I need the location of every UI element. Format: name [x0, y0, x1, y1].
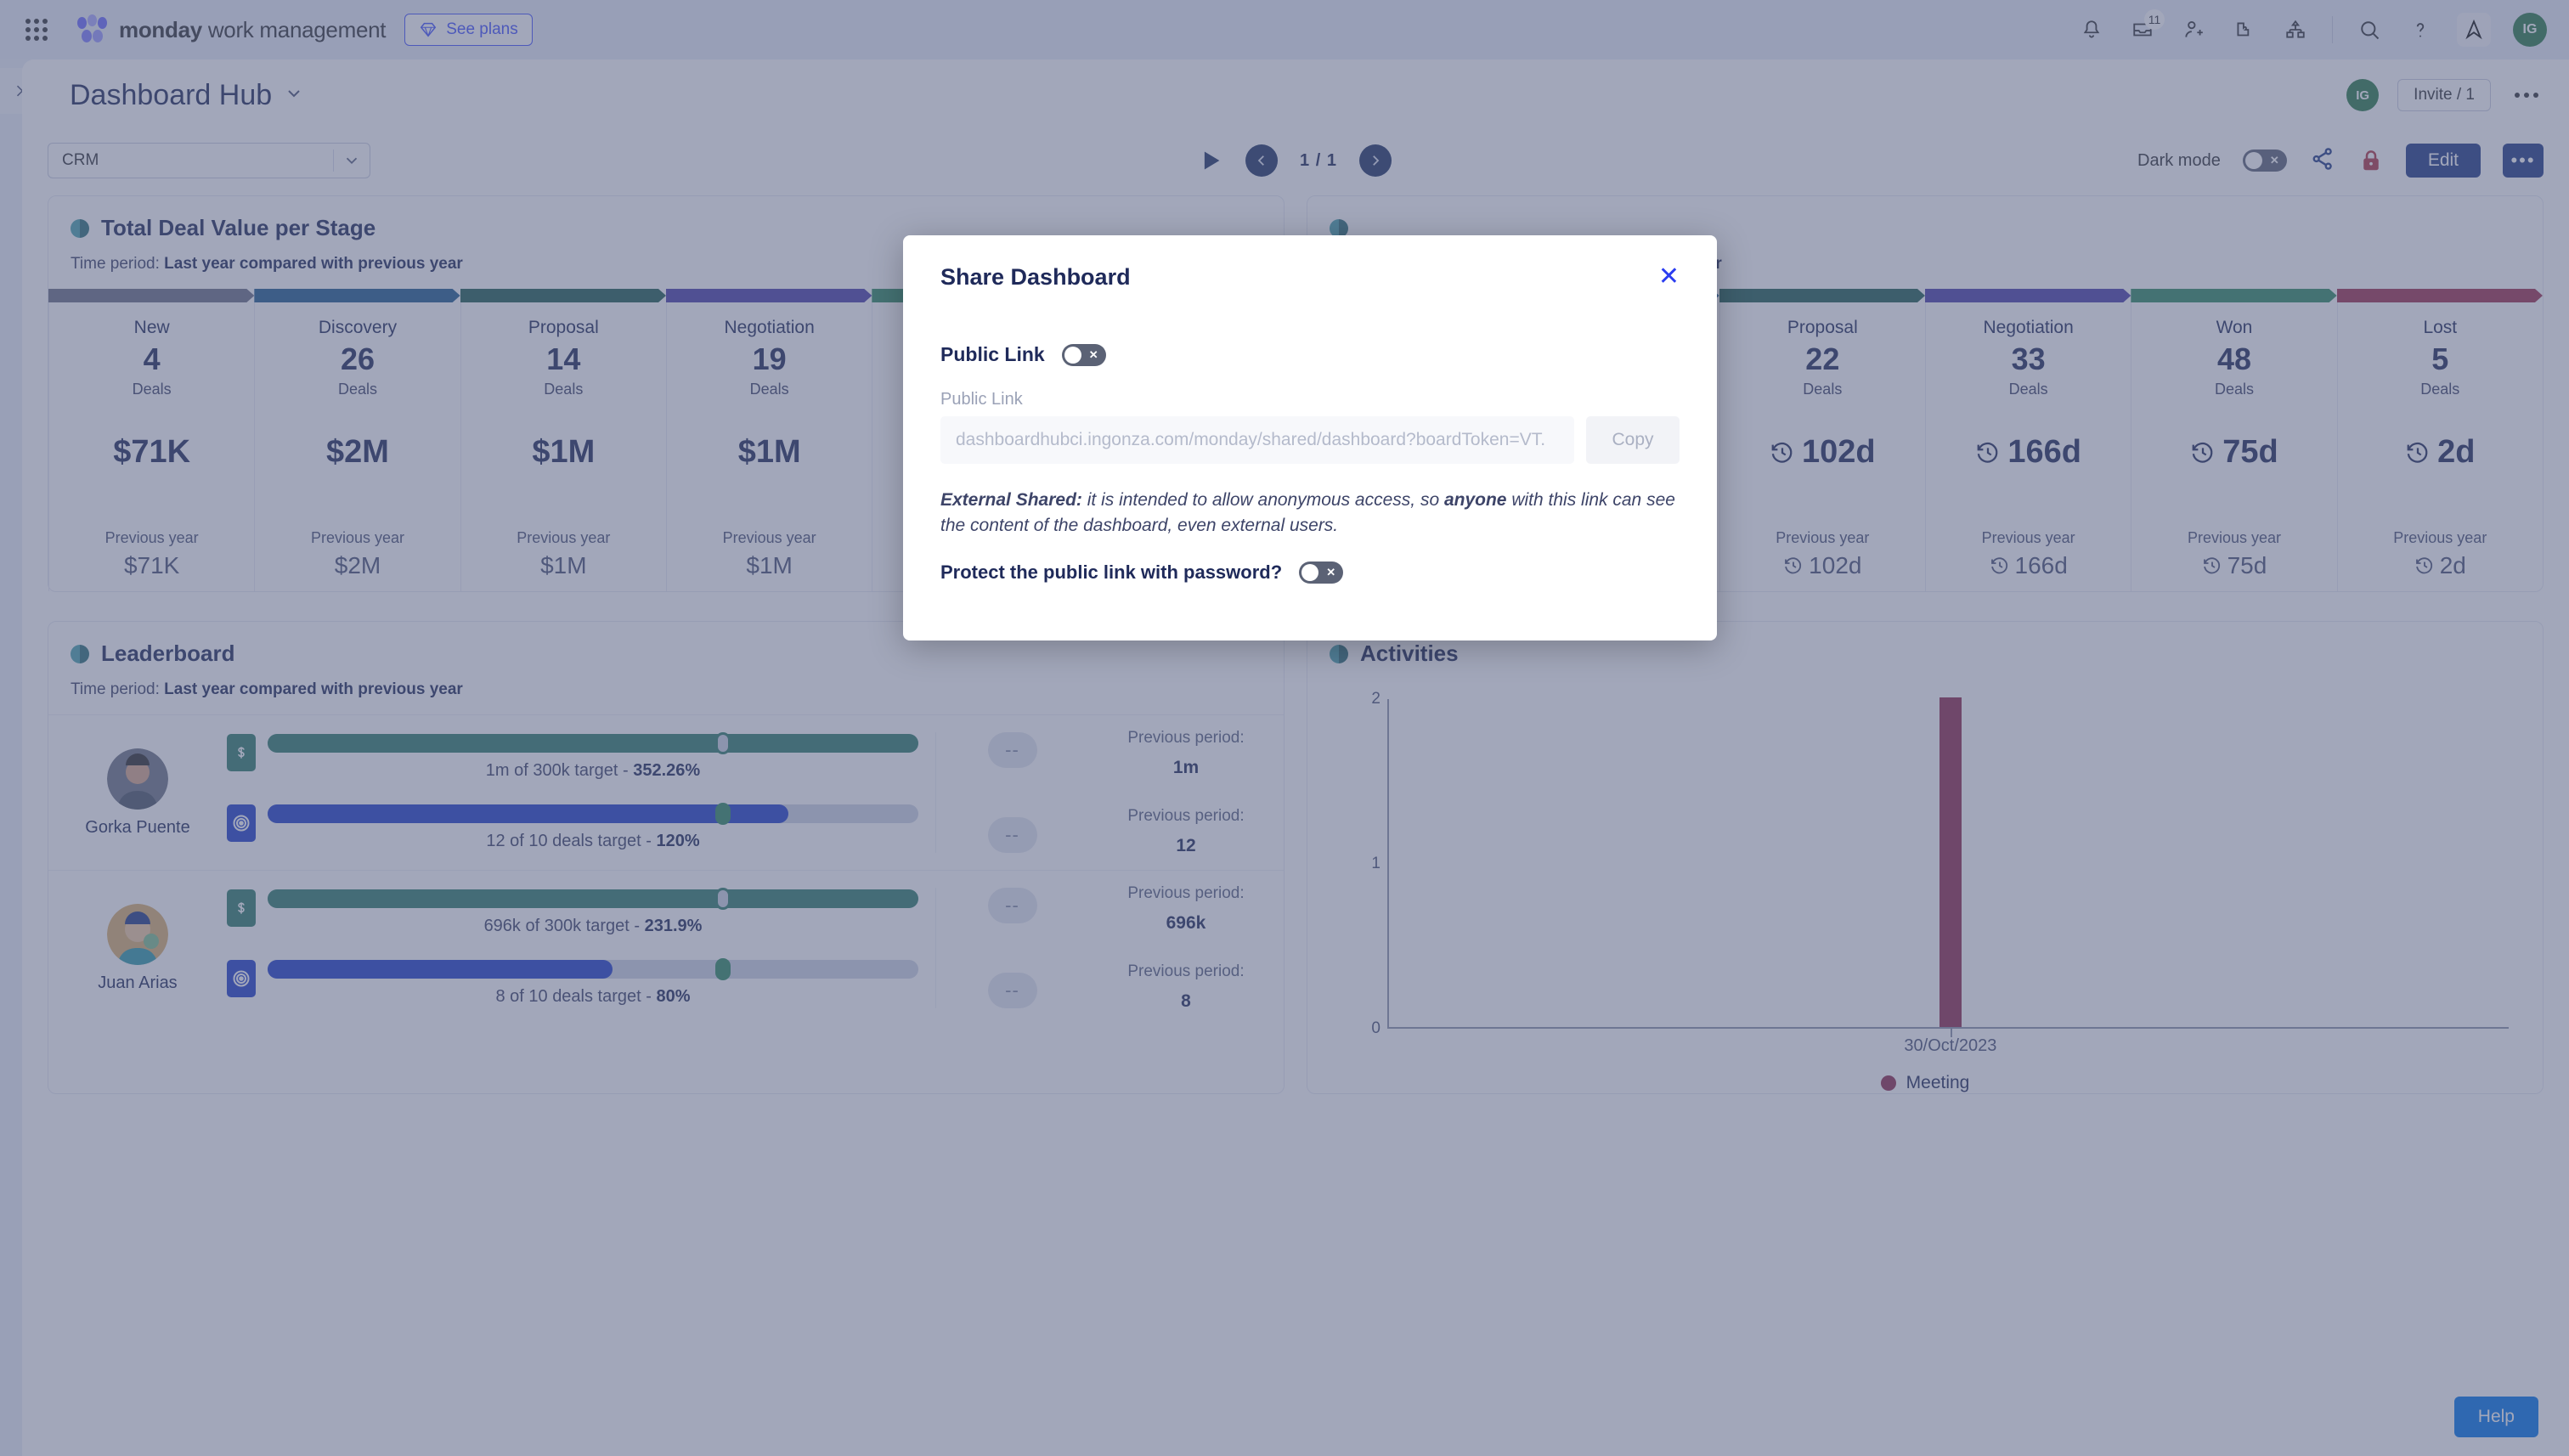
note-anyone: anyone [1443, 490, 1507, 510]
note-lead: External Shared: [940, 490, 1082, 510]
modal-overlay[interactable] [0, 0, 2569, 1456]
public-link-input-caption: Public Link [940, 390, 1023, 409]
password-protect-label: Protect the public link with password? [940, 561, 1283, 583]
external-shared-note: External Shared: it is intended to allow… [940, 488, 1680, 539]
close-icon[interactable]: ✕ [1658, 264, 1680, 290]
modal-title: Share Dashboard [940, 264, 1131, 290]
copy-button[interactable]: Copy [1586, 416, 1680, 464]
share-dashboard-modal: Share Dashboard ✕ Public Link ✕ Public L… [903, 235, 1717, 641]
public-link-toggle[interactable]: ✕ [1061, 343, 1106, 366]
public-link-input[interactable]: dashboardhubci.ingonza.com/monday/shared… [940, 416, 1574, 464]
password-protect-toggle[interactable]: ✕ [1299, 561, 1344, 584]
public-link-label: Public Link [940, 343, 1045, 365]
note-part1: it is intended to allow anonymous access… [1081, 490, 1444, 510]
